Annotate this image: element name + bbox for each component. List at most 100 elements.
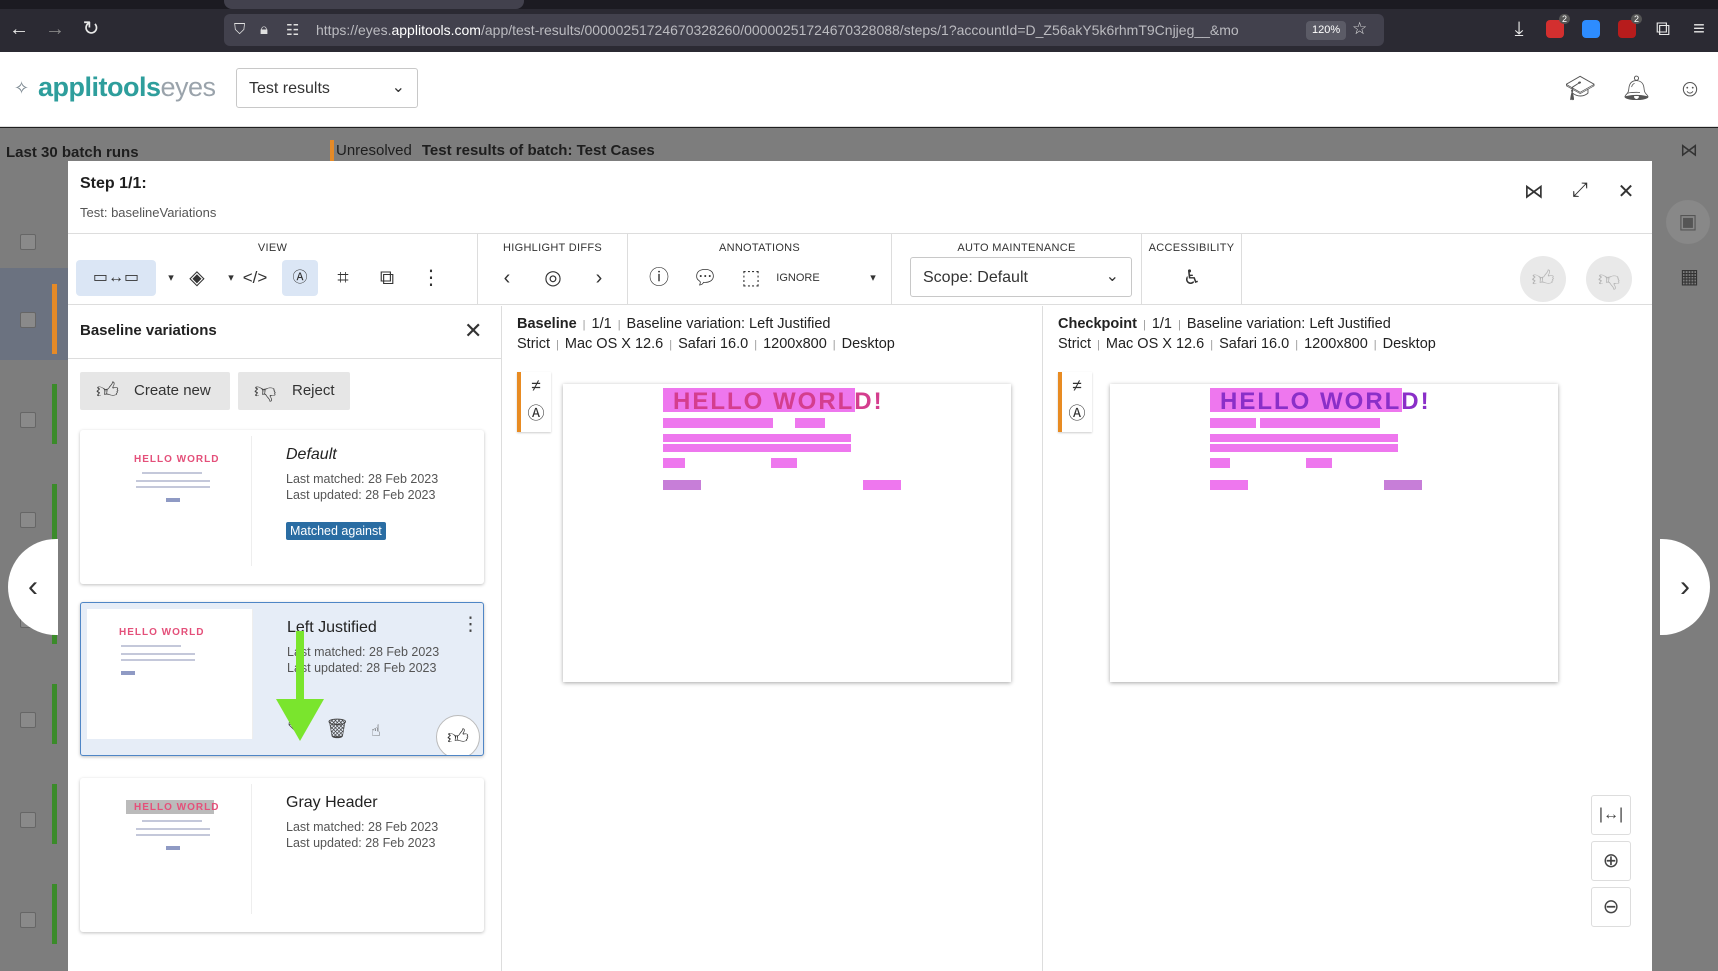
last-matched: Last matched: 28 Feb 2023 <box>287 645 440 659</box>
baseline-image[interactable]: HELLO WORLD! <box>563 384 1011 682</box>
shield-icon[interactable]: ⛉ <box>234 21 245 38</box>
view-group: VIEW ▭↔▭ ▾ ◈ ▾ </> Ⓐ ⌗ ⧉ ⋮ <box>68 234 478 304</box>
menu-icon[interactable]: ≡ <box>1688 18 1710 40</box>
batch-runs-title: Last 30 batch runs <box>6 144 139 161</box>
share-icon[interactable]: ⋈ <box>1680 140 1698 161</box>
accept-variation-icon[interactable]: 👍︎ <box>436 715 480 755</box>
scope-select[interactable]: Scope: Default ⌄ <box>910 257 1132 297</box>
expand-icon[interactable]: ⤢ <box>1568 179 1592 202</box>
os: Mac OS X 12.6 <box>564 336 664 352</box>
row-checkbox[interactable] <box>20 812 36 828</box>
row-checkbox[interactable] <box>20 712 36 728</box>
url-text[interactable]: https://eyes.applitools.com/app/test-res… <box>316 22 1316 38</box>
layers-icon[interactable]: ◈ <box>180 260 214 296</box>
highlight-diffs-label: HIGHLIGHT DIFFS <box>502 242 603 254</box>
table-settings-icon[interactable]: ▦ <box>1680 264 1699 289</box>
create-new-button[interactable]: 👍︎ Create new <box>80 372 230 410</box>
region-icon[interactable]: ⬚ <box>734 260 768 296</box>
separator: | <box>1142 319 1146 331</box>
comment-icon[interactable]: 💬︎ <box>688 260 722 296</box>
variation-thumbnail: HELLO WORLD <box>86 784 252 914</box>
extensions-puzzle-icon[interactable]: ⧉ <box>1652 18 1674 40</box>
close-icon[interactable]: ✕ <box>1614 179 1638 204</box>
variation-name: Gray Header <box>286 794 378 811</box>
separator: | <box>754 339 758 351</box>
graduation-cap-icon[interactable]: 🎓︎ <box>1565 74 1595 104</box>
row-checkbox[interactable] <box>20 234 36 250</box>
previous-diff-icon[interactable]: ‹ <box>490 260 524 296</box>
zoom-in-icon[interactable]: ⊕ <box>1591 841 1631 881</box>
checkpoint-tool-strip: ≠ Ⓐ <box>1058 372 1092 432</box>
diff-highlight <box>663 434 851 442</box>
row-checkbox[interactable] <box>20 912 36 928</box>
page-select[interactable]: Test results ⌄ <box>236 68 418 108</box>
more-options-icon[interactable]: ⋮ <box>414 260 448 296</box>
ignore-region-button[interactable]: IGNORE <box>768 260 828 296</box>
thumbs-up-icon[interactable]: 👍︎ <box>1520 256 1566 302</box>
thumbs-down-icon[interactable]: 👎︎ <box>1586 256 1632 302</box>
code-icon[interactable]: </> <box>238 260 272 296</box>
trash-icon[interactable]: 🗑︎ <box>325 717 349 741</box>
baseline-pane: Baseline | 1/1 | Baseline variation: Left Ju… <box>503 306 1043 971</box>
tutorial-arrow-shaft <box>296 631 304 705</box>
bookmark-star-icon[interactable]: ☆ <box>1352 19 1367 39</box>
card-more-icon[interactable]: ⋮ <box>461 613 480 636</box>
side-by-side-view-icon[interactable]: ▭↔▭ <box>76 260 156 296</box>
ab-compare-icon[interactable]: Ⓐ <box>1062 400 1092 428</box>
row-checkbox[interactable] <box>20 512 36 528</box>
thumbnail-line <box>121 659 195 661</box>
annotation-dropdown-icon[interactable]: ▾ <box>856 260 890 296</box>
ab-compare-icon[interactable]: Ⓐ <box>521 400 551 428</box>
row-status-bar <box>52 484 57 544</box>
viewport-size: 1200x800 <box>1304 336 1368 352</box>
checkpoint-image[interactable]: HELLO WORLD! <box>1110 384 1558 682</box>
extension-icon-1[interactable]: 2 <box>1546 14 1570 38</box>
download-icon[interactable]: ⤓ <box>1508 18 1530 40</box>
variation-card-gray-header[interactable]: HELLO WORLD Gray Header Last matched: 28… <box>80 778 484 932</box>
zoom-badge[interactable]: 120% <box>1306 21 1347 40</box>
reload-icon[interactable]: ↻ <box>80 18 102 40</box>
reject-button[interactable]: 👎︎ Reject <box>238 372 350 410</box>
copy-region-icon[interactable]: ⧉ <box>370 260 404 296</box>
applitools-logo[interactable]: applitoolseyes <box>38 72 216 103</box>
ab-compare-icon[interactable]: Ⓐ <box>282 260 318 296</box>
active-tab[interactable] <box>224 0 524 9</box>
zoom-extension-icon[interactable] <box>1582 20 1600 38</box>
checkpoint-header-1: Checkpoint | 1/1 | Baseline variation: Left … <box>1058 316 1391 332</box>
matched-against-badge: Matched against <box>286 522 386 540</box>
row-checkbox[interactable] <box>20 412 36 428</box>
extension-icon-2[interactable]: 2 <box>1618 14 1642 38</box>
variation-name: Default <box>286 446 337 463</box>
fit-width-icon[interactable]: |↔| <box>1591 795 1631 835</box>
accessibility-icon[interactable]: ♿︎ <box>1174 260 1210 296</box>
issue-icon[interactable]: ⓘ <box>642 260 676 296</box>
zoom-out-icon[interactable]: ⊖ <box>1591 887 1631 927</box>
scope-value: Scope: Default <box>923 269 1028 286</box>
separator: | <box>582 319 586 331</box>
diff-highlight <box>663 418 773 428</box>
separator: | <box>1097 339 1100 351</box>
user-settings-icon[interactable]: ☺ <box>1675 74 1705 104</box>
extension-badge-2: 2 <box>1630 14 1642 24</box>
not-equal-icon[interactable]: ≠ <box>1062 372 1092 400</box>
baseline-header-2: Strict | Mac OS X 12.6 | Safari 16.0 | 1200x80… <box>517 336 895 352</box>
close-panel-icon[interactable]: ✕ <box>464 318 482 344</box>
diff-highlight <box>1210 444 1398 452</box>
lock-icon[interactable]: 🔒︎ <box>260 21 268 38</box>
next-diff-icon[interactable]: › <box>582 260 616 296</box>
permissions-icon[interactable]: ☷ <box>286 21 299 39</box>
share-icon[interactable]: ⋈ <box>1522 179 1546 204</box>
variation-card-default[interactable]: HELLO WORLD Default Last matched: 28 Feb… <box>80 430 484 584</box>
bell-icon[interactable]: 🔔︎ <box>1621 74 1651 104</box>
diff-highlight <box>795 418 825 428</box>
crop-icon[interactable]: ⌗ <box>326 260 360 296</box>
annotations-group: ANNOTATIONS ⓘ 💬︎ ⬚ IGNORE ▾ <box>628 234 892 304</box>
row-checkbox[interactable] <box>20 312 36 328</box>
logo-bold-text: applitools <box>38 72 161 102</box>
address-bar[interactable]: ⛉ 🔒︎ ☷ https://eyes.applitools.com/app/t… <box>224 14 1384 46</box>
highlight-target-icon[interactable]: ◎ <box>536 260 570 296</box>
back-icon[interactable]: ← <box>8 18 30 40</box>
not-equal-icon[interactable]: ≠ <box>521 372 551 400</box>
save-icon[interactable]: ▣ <box>1666 200 1710 244</box>
forward-icon[interactable]: → <box>44 18 66 40</box>
